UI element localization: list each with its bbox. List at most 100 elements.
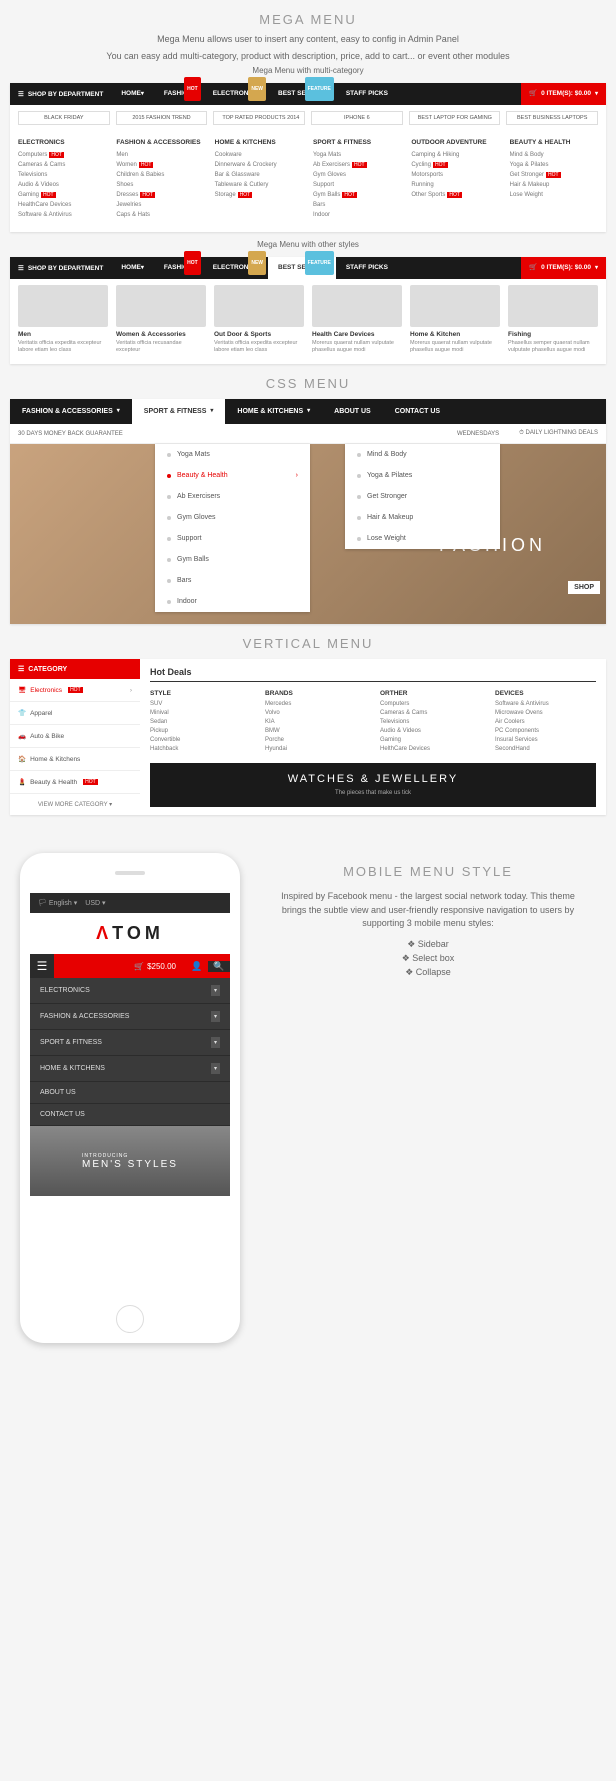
mobile-menu-item[interactable]: FASHION & ACCESSORIES▾	[30, 1004, 230, 1030]
mobile-menu-item[interactable]: ABOUT US	[30, 1082, 230, 1104]
nav-electronic[interactable]: NEWELECTRONIC ▾	[203, 83, 268, 105]
cnav-item[interactable]: ABOUT US	[322, 399, 383, 424]
dd-item[interactable]: Hair & Makeup	[345, 507, 500, 528]
mobile-menu-item[interactable]: ELECTRONICS▾	[30, 978, 230, 1004]
link[interactable]: SUV	[150, 701, 251, 707]
link[interactable]: Audio & Videos	[18, 182, 106, 188]
link[interactable]: DressesHOT	[116, 192, 204, 198]
dd-item-active[interactable]: Beauty & Health›	[155, 465, 310, 486]
tag[interactable]: IPHONE 6	[311, 111, 403, 125]
nav-home[interactable]: HOME ▾	[111, 83, 154, 105]
link[interactable]: Caps & Hats	[116, 212, 204, 218]
link[interactable]: SecondHand	[495, 746, 596, 752]
nav-staff[interactable]: STAFF PICKS	[336, 83, 398, 105]
link[interactable]: Motorsports	[411, 172, 499, 178]
lang-select[interactable]: 🏳 English ▾	[38, 899, 77, 907]
link[interactable]: Televisions	[380, 719, 481, 725]
mobile-menu-item[interactable]: CONTACT US	[30, 1104, 230, 1126]
link[interactable]: Dinnerware & Crockery	[215, 162, 303, 168]
tag[interactable]: BLACK FRIDAY	[18, 111, 110, 125]
view-more-button[interactable]: VIEW MORE CATEGORY ▾	[10, 794, 140, 815]
tag[interactable]: 2015 FASHION TREND	[116, 111, 208, 125]
burger-icon[interactable]: ☰	[30, 954, 54, 978]
link[interactable]: Indoor	[313, 212, 401, 218]
watches-banner[interactable]: WATCHES & JEWELLERYThe pieces that make …	[150, 763, 596, 807]
link[interactable]: Computers	[380, 701, 481, 707]
link[interactable]: Software & Antivirus	[495, 701, 596, 707]
dd-item[interactable]: Gym Balls	[155, 549, 310, 570]
shop-button[interactable]: SHOP	[568, 581, 600, 594]
link[interactable]: Jewelries	[116, 202, 204, 208]
link[interactable]: Shoes	[116, 182, 204, 188]
shop-by-dept[interactable]: ☰SHOP BY DEPARTMENT	[10, 264, 111, 272]
link[interactable]: Gaming	[380, 737, 481, 743]
link[interactable]: KIA	[265, 719, 366, 725]
link[interactable]: Pickup	[150, 728, 251, 734]
link[interactable]: Support	[313, 182, 401, 188]
tag[interactable]: TOP RATED PRODUCTS 2014	[213, 111, 305, 125]
link[interactable]: Camping & Hiking	[411, 152, 499, 158]
cnav-item[interactable]: CONTACT US	[383, 399, 452, 424]
link[interactable]: Software & Antivirus	[18, 212, 106, 218]
cart-price[interactable]: 🛒 $250.00	[128, 962, 182, 971]
v-item[interactable]: 💄Beauty & HealthHOT	[10, 771, 140, 794]
product-card[interactable]: MenVeritatis officia expedita excepteur …	[18, 285, 108, 354]
user-icon[interactable]: 👤	[186, 961, 208, 972]
link[interactable]: Hyundai	[265, 746, 366, 752]
link[interactable]: HealthCare Devices	[18, 202, 106, 208]
link[interactable]: Bars	[313, 202, 401, 208]
link[interactable]: Children & Babies	[116, 172, 204, 178]
link[interactable]: Gym BallsHOT	[313, 192, 401, 198]
tag[interactable]: BEST BUSINESS LAPTOPS	[506, 111, 598, 125]
link[interactable]: CyclingHOT	[411, 162, 499, 168]
v-item[interactable]: 🚗Auto & Bike	[10, 725, 140, 748]
link[interactable]: Convertible	[150, 737, 251, 743]
link[interactable]: Get StrongerHOT	[510, 172, 598, 178]
nav-bestseller[interactable]: FEATUREBEST SELLER ▾	[268, 83, 336, 105]
dd-item[interactable]: Yoga Mats	[155, 444, 310, 465]
link[interactable]: PC Components	[495, 728, 596, 734]
link[interactable]: Hair & Makeup	[510, 182, 598, 188]
nav-electronic[interactable]: NEWELECTRONIC ▾	[203, 257, 268, 279]
dd-item[interactable]: Bars	[155, 570, 310, 591]
dd-item[interactable]: Mind & Body	[345, 444, 500, 465]
nav-home[interactable]: HOME ▾	[111, 257, 154, 279]
link[interactable]: StorageHOT	[215, 192, 303, 198]
v-item[interactable]: 🏠Home & Kitchens	[10, 748, 140, 771]
link[interactable]: ComputersHOT	[18, 152, 106, 158]
link[interactable]: Televisions	[18, 172, 106, 178]
link[interactable]: Bar & Glassware	[215, 172, 303, 178]
link[interactable]: BMW	[265, 728, 366, 734]
link[interactable]: Yoga Mats	[313, 152, 401, 158]
nav-fashion[interactable]: HOTFASHION	[154, 257, 203, 279]
link[interactable]: Microwave Ovens	[495, 710, 596, 716]
link[interactable]: Lose Weight	[510, 192, 598, 198]
dd-item[interactable]: Gym Gloves	[155, 507, 310, 528]
link[interactable]: Volvo	[265, 710, 366, 716]
v-item[interactable]: 👕Apparel	[10, 702, 140, 725]
cart-button[interactable]: 🛒 0 ITEM(S): $0.00 ▾	[521, 83, 606, 105]
mobile-menu-item[interactable]: HOME & KITCHENS▾	[30, 1056, 230, 1082]
link[interactable]: Running	[411, 182, 499, 188]
product-card[interactable]: FishingPhasellus semper quaerat nullam v…	[508, 285, 598, 354]
link[interactable]: Audio & Videos	[380, 728, 481, 734]
cart-button[interactable]: 🛒 0 ITEM(S): $0.00 ▾	[521, 257, 606, 279]
link[interactable]: Mercedes	[265, 701, 366, 707]
cnav-item[interactable]: HOME & KITCHENS ▾	[225, 399, 322, 424]
link[interactable]: Porche	[265, 737, 366, 743]
dd-item[interactable]: Support	[155, 528, 310, 549]
link[interactable]: Yoga & Pilates	[510, 162, 598, 168]
tag[interactable]: BEST LAPTOP FOR GAMING	[409, 111, 501, 125]
link[interactable]: Sedan	[150, 719, 251, 725]
link[interactable]: Gym Gloves	[313, 172, 401, 178]
nav-bestseller-active[interactable]: FEATUREBEST SELLER ▾	[268, 257, 336, 279]
dd-item[interactable]: Yoga & Pilates	[345, 465, 500, 486]
link[interactable]: Minival	[150, 710, 251, 716]
product-card[interactable]: Home & KitchenMorerus quaerat nullam vul…	[410, 285, 500, 354]
link[interactable]: Hatchback	[150, 746, 251, 752]
link[interactable]: Insural Services	[495, 737, 596, 743]
dd-item[interactable]: Lose Weight	[345, 528, 500, 549]
dd-item[interactable]: Get Stronger	[345, 486, 500, 507]
link[interactable]: HelthCare Devices	[380, 746, 481, 752]
v-item-active[interactable]: 🖥ElectronicsHOT›	[10, 679, 140, 702]
